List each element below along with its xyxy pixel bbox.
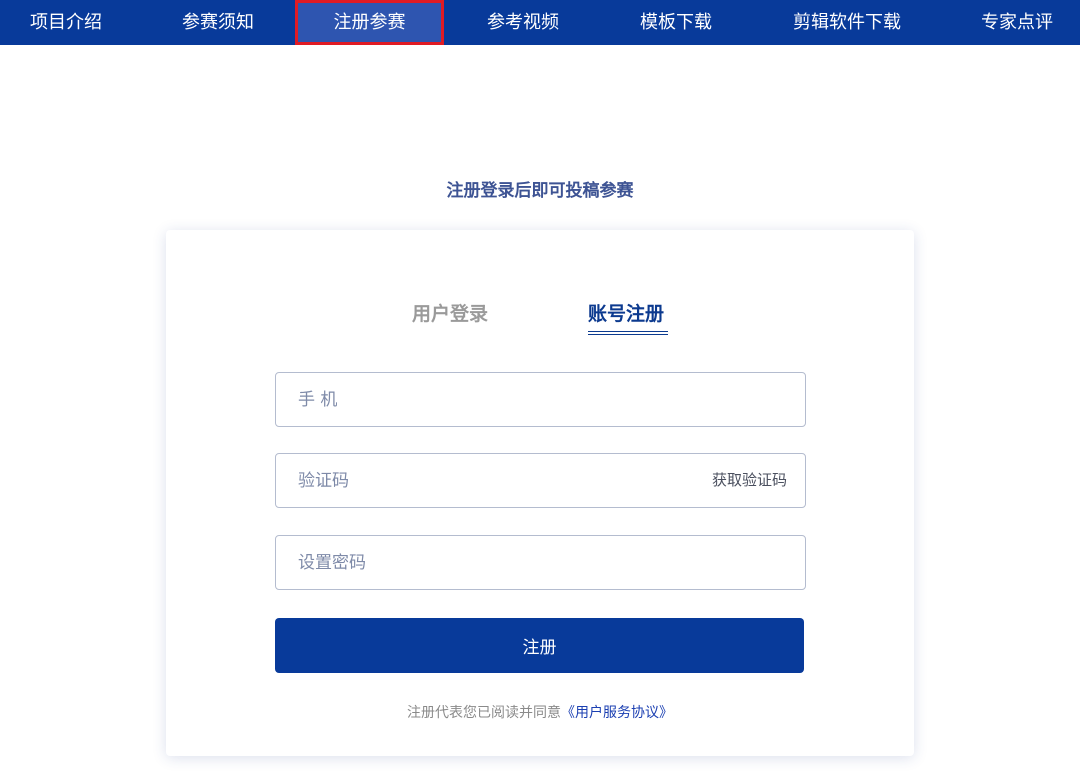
phone-field — [275, 372, 806, 427]
verification-code-field: 获取验证码 — [275, 453, 806, 508]
password-field — [275, 535, 806, 590]
tab-user-login[interactable]: 用户登录 — [412, 299, 488, 326]
top-nav-bar: 项目介绍 参赛须知 注册参赛 参考视频 模板下载 剪辑软件下载 专家点评 — [0, 0, 1080, 45]
auth-card: 用户登录 账号注册 获取验证码 注册 注册代表您已阅读并同意《用户服务协议》 — [166, 230, 914, 756]
nav-item-entry-notice[interactable]: 参赛须知 — [182, 0, 254, 45]
get-verification-code-button[interactable]: 获取验证码 — [712, 454, 787, 507]
agreement-text: 注册代表您已阅读并同意 — [407, 705, 561, 721]
active-tab-underline — [588, 331, 668, 335]
tab-account-register[interactable]: 账号注册 — [588, 299, 664, 326]
nav-item-editing-software-download[interactable]: 剪辑软件下载 — [793, 0, 901, 45]
nav-item-project-intro[interactable]: 项目介绍 — [30, 0, 102, 45]
password-input[interactable] — [298, 536, 698, 589]
nav-item-reference-videos[interactable]: 参考视频 — [487, 0, 559, 45]
user-agreement-link[interactable]: 《用户服务协议》 — [561, 705, 673, 721]
nav-item-template-download[interactable]: 模板下载 — [640, 0, 712, 45]
agreement-notice: 注册代表您已阅读并同意《用户服务协议》 — [166, 702, 914, 722]
nav-item-register-entry[interactable]: 注册参赛 — [295, 0, 444, 45]
page-subtitle: 注册登录后即可投稿参赛 — [446, 181, 634, 201]
nav-item-expert-review[interactable]: 专家点评 — [981, 0, 1053, 45]
phone-input[interactable] — [298, 373, 698, 426]
register-button[interactable]: 注册 — [275, 618, 804, 673]
verification-code-input[interactable] — [298, 454, 698, 507]
